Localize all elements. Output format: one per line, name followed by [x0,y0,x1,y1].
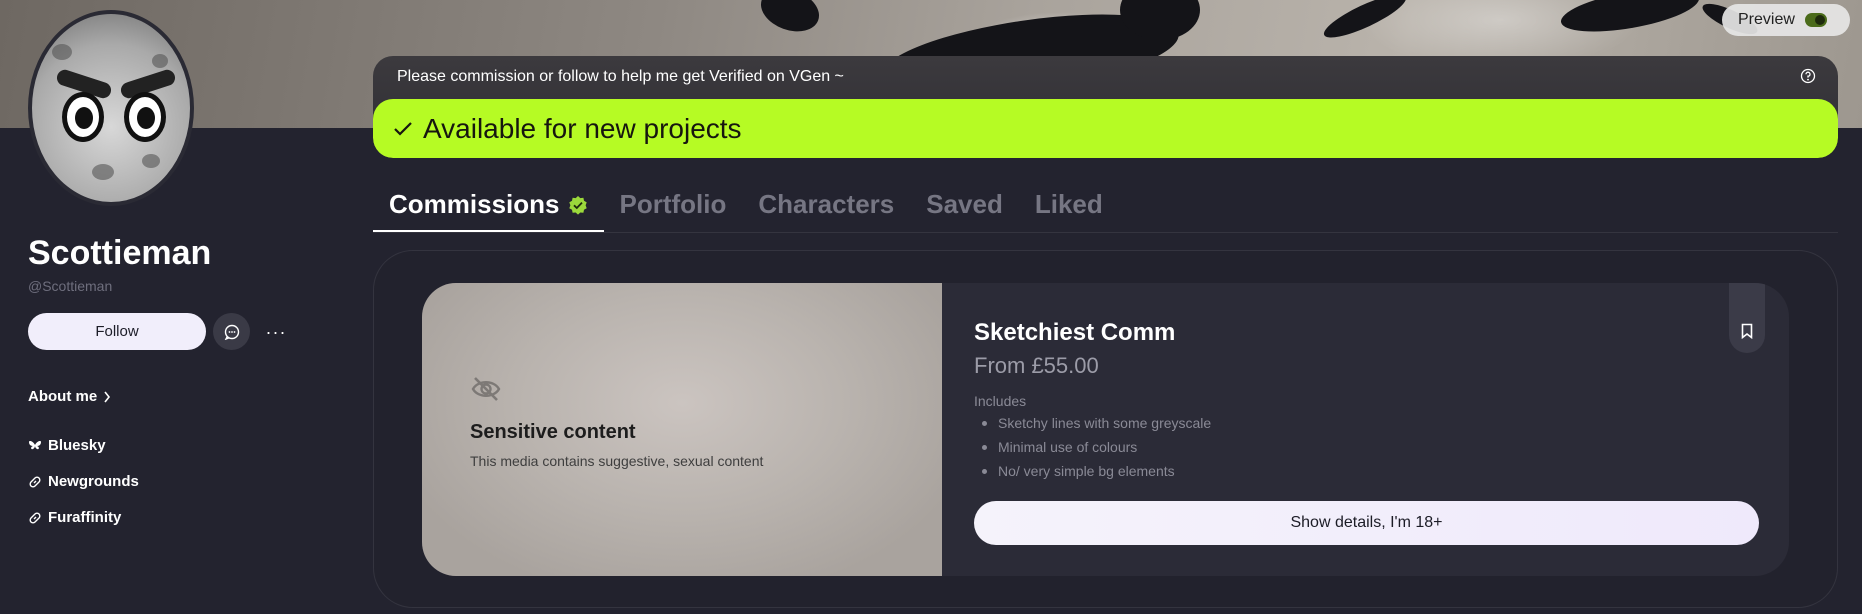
tab-label: Commissions [389,189,560,219]
more-options-button[interactable]: ··· [262,318,290,346]
list-item: No/ very simple bg elements [974,459,1211,483]
commission-title: Sketchiest Comm [974,319,1176,346]
commission-card[interactable]: Sensitive content This media contains su… [422,283,1789,576]
list-item: Sketchy lines with some greyscale [974,411,1211,435]
tab-commissions[interactable]: Commissions [373,185,604,232]
social-link-furaffinity[interactable]: Furaffinity [28,509,121,526]
tab-label: Liked [1034,189,1103,219]
availability-status-banner: Available for new projects [373,99,1838,158]
tab-label: Portfolio [619,189,727,219]
avatar [28,10,194,206]
commission-price: From £55.00 [974,353,1099,378]
social-link-newgrounds[interactable]: Newgrounds [28,473,139,490]
list-item: Minimal use of colours [974,435,1211,459]
profile-tabs: Commissions Portfolio Characters Saved L… [373,185,1838,233]
social-link-label: Newgrounds [48,473,139,490]
follow-button[interactable]: Follow [28,313,206,350]
commissions-panel: Sensitive content This media contains su… [373,250,1838,608]
tab-label: Saved [926,189,1003,219]
chat-bubble-icon [224,324,239,340]
tab-portfolio[interactable]: Portfolio [604,185,743,232]
availability-status-text: Available for new projects [423,112,742,144]
profile-handle: @Scottieman [28,278,113,294]
show-details-button[interactable]: Show details, I'm 18+ [974,501,1759,545]
link-icon [29,511,41,524]
preview-toggle[interactable]: Preview [1722,4,1850,36]
sensitive-content-description: This media contains suggestive, sexual c… [470,453,764,469]
about-me-label: About me [28,388,98,405]
verified-badge-icon [568,196,587,215]
notice-text: Please commission or follow to help me g… [397,68,844,85]
toggle-switch-icon[interactable] [1804,13,1827,27]
link-icon [29,475,41,488]
verification-notice: Please commission or follow to help me g… [373,56,1838,158]
commission-details: Sketchiest Comm From £55.00 Includes Ske… [974,283,1789,576]
profile-name: Scottieman [28,234,212,272]
preview-label: Preview [1738,11,1795,28]
bookmark-button[interactable] [1729,283,1765,353]
checkmark-icon [394,121,412,136]
help-icon[interactable] [1800,68,1816,84]
social-link-bluesky[interactable]: Bluesky [28,437,106,454]
tab-label: Characters [758,189,895,219]
tab-liked[interactable]: Liked [1019,185,1119,232]
tab-saved[interactable]: Saved [910,185,1019,232]
includes-list: Sketchy lines with some greyscale Minima… [974,411,1211,483]
includes-label: Includes [974,393,1027,409]
bookmark-icon [1741,323,1753,339]
butterfly-icon [29,440,41,449]
eye-off-icon [471,377,501,401]
sensitive-content-title: Sensitive content [470,421,636,443]
message-button[interactable] [213,313,250,350]
sensitive-media-overlay[interactable]: Sensitive content This media contains su… [422,283,942,576]
social-link-label: Furaffinity [48,509,122,526]
tab-characters[interactable]: Characters [742,185,910,232]
social-link-label: Bluesky [48,437,106,454]
chevron-right-icon [104,391,111,402]
about-me-link[interactable]: About me [28,388,111,405]
